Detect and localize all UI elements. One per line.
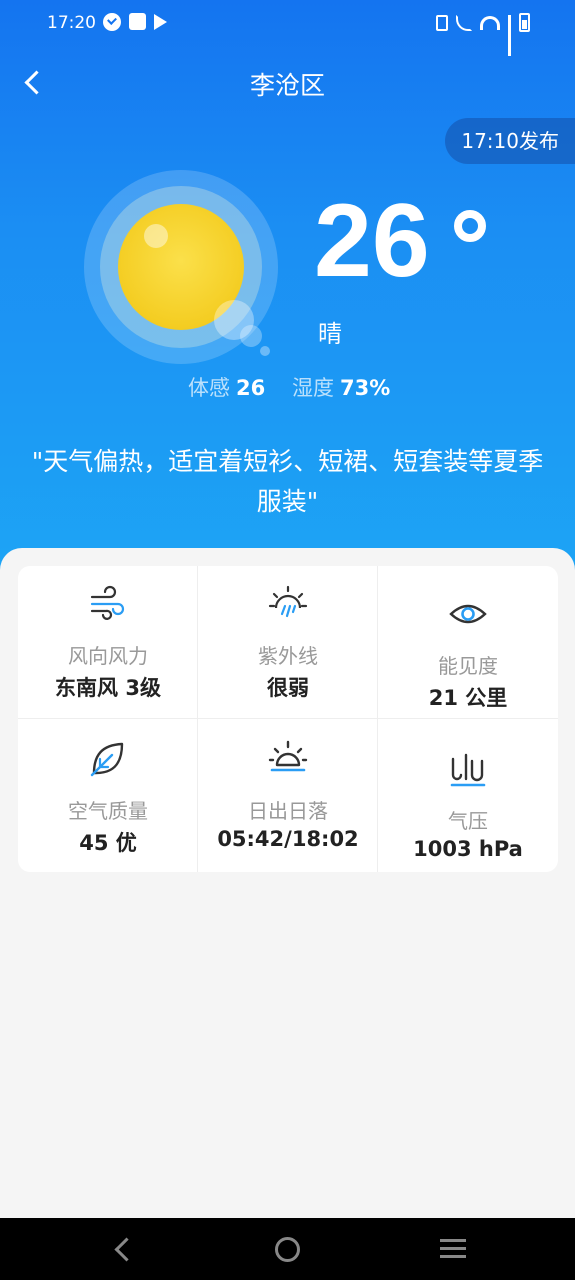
detail-value: 05:42/18:02: [217, 827, 359, 851]
play-store-icon: [154, 14, 167, 30]
detail-pressure: 气压 1003 hPa: [378, 719, 558, 872]
humidity-label: 湿度: [292, 376, 334, 400]
signal-icon: [508, 14, 511, 56]
detail-value: 1003 hPa: [413, 837, 523, 861]
page-title: 李沧区: [249, 71, 325, 100]
leaf-icon: [18, 739, 198, 779]
uv-icon: [198, 584, 378, 624]
detail-label: 紫外线: [258, 644, 318, 668]
status-icons-left: [103, 13, 167, 31]
feels-like: 体感 26: [188, 372, 265, 402]
humidity: 湿度 73%: [292, 372, 390, 402]
feels-like-value: 26: [236, 376, 266, 400]
weather-condition: 晴: [318, 320, 342, 348]
detail-label: 风向风力: [68, 644, 148, 668]
system-nav-bar: [0, 1218, 575, 1280]
detail-uv: 紫外线 很弱: [198, 566, 378, 719]
sunrise-icon: [198, 739, 378, 779]
detail-wind: 风向风力 东南风 3级: [18, 566, 198, 719]
temperature-value: 26: [314, 183, 430, 299]
detail-label: 气压: [448, 809, 488, 833]
wifi-call-icon: [456, 14, 472, 31]
detail-value: 很弱: [267, 676, 309, 700]
status-time: 17:20: [47, 13, 96, 33]
eye-icon: [378, 594, 558, 634]
humidity-value: 73%: [340, 376, 391, 400]
nav-menu-icon[interactable]: [440, 1239, 466, 1259]
detail-visibility: 能见度 21 公里: [378, 566, 558, 719]
mail-icon: [129, 13, 146, 30]
detail-air-quality: 空气质量 45 优: [18, 719, 198, 872]
pressure-icon: [378, 749, 558, 789]
publish-time-badge: 17:10发布: [445, 118, 575, 164]
detail-label: 空气质量: [68, 799, 148, 823]
degree-symbol: [454, 210, 486, 242]
vibrate-icon: [436, 14, 448, 31]
battery-icon: [519, 13, 530, 32]
nav-home-icon[interactable]: [275, 1237, 300, 1262]
wind-icon: [18, 584, 198, 624]
detail-label: 日出日落: [248, 799, 328, 823]
status-icons-right: [436, 13, 530, 56]
detail-value: 21 公里: [428, 686, 508, 710]
nav-back-icon[interactable]: [112, 1238, 134, 1260]
detail-value: 45 优: [79, 831, 137, 855]
details-grid: 风向风力 东南风 3级 紫外线 很弱 能见度 21 公里 空气质量 45 优 日…: [18, 566, 558, 872]
sunny-weather-icon: [84, 170, 280, 366]
detail-value: 东南风 3级: [55, 676, 161, 700]
detail-label: 能见度: [438, 654, 498, 678]
wifi-icon: [480, 15, 500, 30]
check-circle-icon: [103, 13, 121, 31]
detail-sunrise-sunset: 日出日落 05:42/18:02: [198, 719, 378, 872]
clothing-advice: "天气偏热，适宜着短衫、短裙、短套装等夏季服装": [31, 447, 544, 516]
feels-like-label: 体感: [188, 376, 230, 400]
status-bar: 17:20: [0, 0, 575, 56]
